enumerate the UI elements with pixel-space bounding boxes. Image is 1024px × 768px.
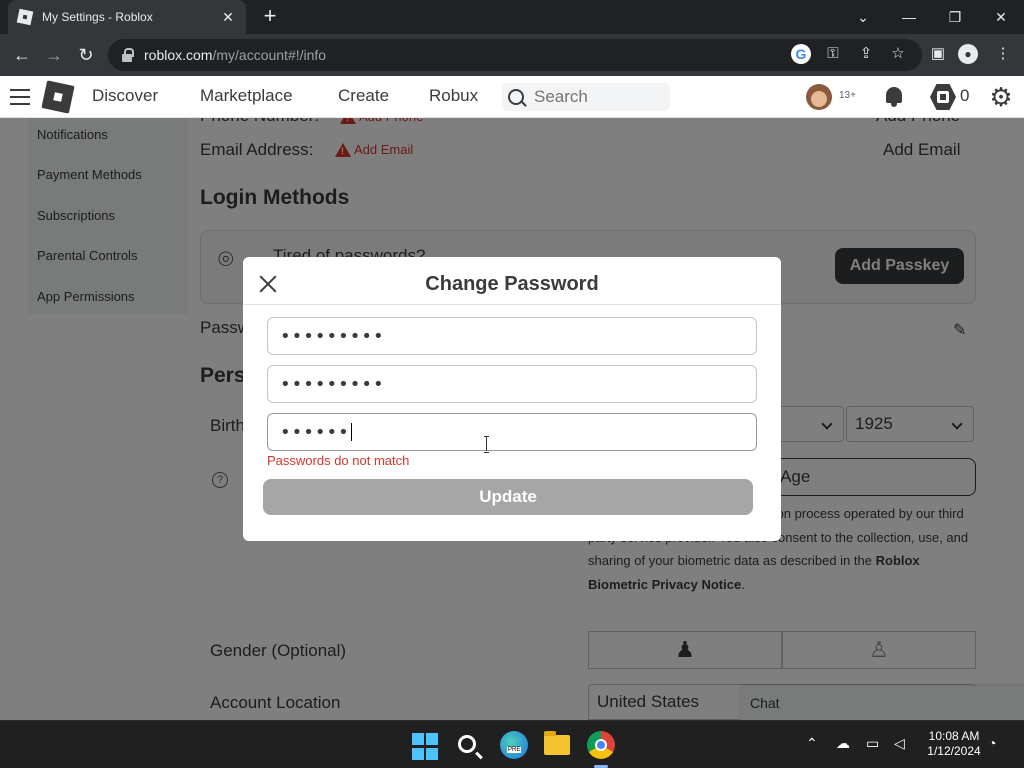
tab-search-chevron-icon[interactable]: ⌄: [840, 0, 886, 34]
nav-create[interactable]: Create: [338, 86, 389, 106]
profile-icon[interactable]: ●: [958, 44, 978, 64]
taskbar-search-icon[interactable]: [458, 735, 476, 753]
forward-button[interactable]: →: [42, 43, 66, 67]
url-text: roblox.com/my/account#!/info: [144, 47, 326, 63]
file-explorer-icon[interactable]: [544, 731, 570, 755]
confirm-password-value: ••••••: [280, 421, 350, 443]
search-input[interactable]: [534, 87, 654, 107]
current-password-field[interactable]: •••••••••: [267, 317, 757, 355]
volume-muted-icon[interactable]: ◁: [894, 735, 905, 752]
update-button[interactable]: Update: [263, 479, 753, 515]
onedrive-cloud-icon[interactable]: ☁: [836, 735, 850, 752]
network-icon[interactable]: ▭: [866, 735, 879, 752]
clock-time: 10:08 AM: [928, 729, 980, 743]
windows-start-icon[interactable]: [412, 733, 440, 761]
tab-close-icon[interactable]: ✕: [220, 9, 236, 26]
google-lens-icon[interactable]: G: [791, 44, 811, 64]
browser-tab-strip: My Settings - Roblox ✕ + ⌄ — ❐ ✕: [0, 0, 1024, 34]
roblox-logo[interactable]: [41, 80, 75, 114]
share-icon[interactable]: ⇪: [855, 43, 877, 65]
nav-marketplace[interactable]: Marketplace: [200, 86, 293, 106]
robux-icon[interactable]: [930, 84, 956, 110]
roblox-favicon-icon: [16, 8, 34, 26]
reload-button[interactable]: ↻: [74, 43, 98, 67]
password-error-message: Passwords do not match: [267, 453, 410, 468]
search-box[interactable]: [502, 83, 670, 111]
settings-gear-icon[interactable]: ⚙: [988, 84, 1014, 110]
tray-overflow-chevron-icon[interactable]: ⌃: [806, 735, 818, 752]
clock-date: 1/12/2024: [927, 744, 981, 758]
new-tab-button[interactable]: +: [258, 5, 282, 29]
password-key-icon[interactable]: ⚿: [822, 43, 844, 65]
bookmark-star-icon[interactable]: ☆: [887, 43, 909, 65]
browser-tab[interactable]: My Settings - Roblox ✕: [8, 0, 246, 34]
tab-title: My Settings - Roblox: [42, 10, 153, 24]
text-cursor-icon: [484, 436, 490, 453]
nav-discover[interactable]: Discover: [92, 86, 158, 106]
avatar[interactable]: [806, 84, 832, 110]
notifications-bell-icon[interactable]: [883, 85, 905, 107]
browser-menu-icon[interactable]: ⋮: [992, 43, 1014, 65]
close-window-button[interactable]: ✕: [978, 0, 1024, 34]
text-caret: [350, 423, 352, 441]
modal-divider: [243, 304, 781, 305]
new-password-value: •••••••••: [280, 373, 385, 395]
lock-icon: [122, 48, 134, 62]
maximize-button[interactable]: ❐: [932, 0, 978, 34]
browser-toolbar: ← → ↻ roblox.com/my/account#!/info G ⚿ ⇪…: [0, 34, 1024, 76]
nav-robux[interactable]: Robux: [429, 86, 478, 106]
windows-taskbar: ⌃ ☁ ▭ ◁ ◔: [0, 720, 1024, 768]
new-password-field[interactable]: •••••••••: [267, 365, 757, 403]
chrome-icon[interactable]: [587, 731, 615, 759]
confirm-password-field[interactable]: ••••••: [267, 413, 757, 451]
edge-browser-icon[interactable]: [500, 731, 528, 759]
url-host: roblox.com: [144, 47, 213, 63]
minimize-button[interactable]: —: [886, 0, 932, 34]
change-password-modal: Change Password ••••••••• ••••••••• ••••…: [243, 257, 781, 541]
system-clock[interactable]: 10:08 AM 1/12/2024: [918, 729, 990, 759]
search-icon: [508, 89, 524, 105]
current-password-value: •••••••••: [280, 325, 385, 347]
age-badge: 13+: [839, 90, 856, 101]
edge-pre-badge: PRE: [507, 747, 522, 753]
hamburger-menu-icon[interactable]: [10, 89, 30, 105]
side-panel-icon[interactable]: ▣: [927, 43, 949, 65]
url-path: /my/account#!/info: [212, 47, 327, 63]
roblox-header: Discover Marketplace Create Robux 13+ 0 …: [0, 76, 1024, 118]
modal-title: Change Password: [425, 273, 599, 295]
robux-count[interactable]: 0: [960, 86, 969, 106]
back-button[interactable]: ←: [10, 43, 34, 67]
